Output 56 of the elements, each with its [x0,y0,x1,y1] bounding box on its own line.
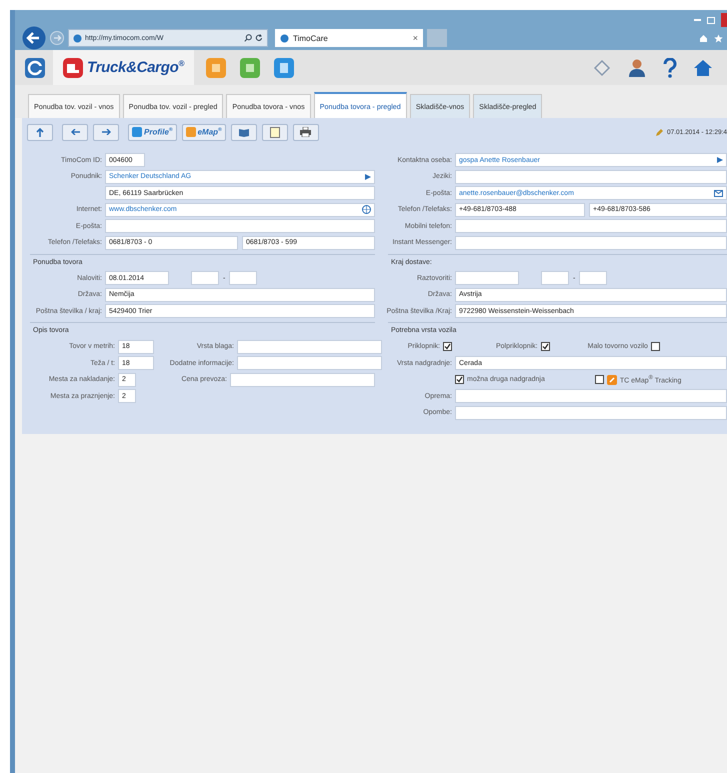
brand-logo[interactable]: Truck&Cargo$^{®}$ [53,50,194,85]
input-field[interactable] [230,372,375,386]
home-icon[interactable] [693,58,713,78]
square-icon [132,127,142,137]
input-field[interactable] [455,271,519,285]
emap-button[interactable]: eMap$^{®}$ [182,124,226,140]
site-icon [280,34,289,42]
input-field[interactable] [455,389,727,403]
note-button[interactable] [262,124,288,140]
up-arrow-icon [36,128,44,136]
forward-button[interactable] [93,124,119,140]
input-field[interactable] [191,271,219,285]
star-icon[interactable] [714,34,723,43]
note-icon [270,126,280,138]
checkbox[interactable] [650,342,660,351]
input-field[interactable] [229,271,258,285]
input-field[interactable] [455,236,727,250]
refresh-icon[interactable] [255,34,263,42]
input-field[interactable] [579,271,608,285]
checkbox[interactable] [540,342,550,351]
input-field[interactable] [105,219,375,233]
input-field[interactable] [455,170,727,184]
print-button[interactable] [292,124,319,140]
checkbox[interactable] [443,342,452,351]
help-icon[interactable] [663,58,677,78]
checkbox[interactable] [455,375,464,384]
person-icon[interactable] [627,58,647,78]
book-icon [238,128,249,136]
book-button[interactable] [230,124,257,140]
search-icon[interactable] [244,34,252,42]
left-arrow-icon [70,129,80,135]
print-icon [300,127,312,137]
square-icon [186,127,196,137]
checkbox[interactable] [594,375,604,384]
mail-icon[interactable] [714,190,723,196]
back-button[interactable] [62,124,88,140]
input-field[interactable] [237,356,382,370]
arrow-right-icon[interactable] [717,157,723,163]
back-icon[interactable] [22,26,46,50]
profile-button[interactable]: Profile$^{®}$ [128,124,177,140]
tag-icon[interactable] [593,58,611,76]
input-field[interactable] [541,271,569,285]
logo-icon[interactable] [25,58,45,78]
arrow-right-icon[interactable] [365,174,371,180]
input-field[interactable] [455,219,727,233]
pencil-icon [656,128,664,136]
restore-icon[interactable] [707,16,715,24]
forward-icon[interactable] [50,31,64,45]
minimize-icon[interactable] [694,18,701,22]
input-field[interactable] [237,340,382,354]
home-icon[interactable] [699,34,708,43]
up-button[interactable] [27,124,53,140]
input-field[interactable] [455,406,727,420]
browser-tab[interactable]: TimoCare × [275,29,423,47]
right-arrow-icon [102,129,110,135]
document-icon[interactable] [274,58,294,78]
